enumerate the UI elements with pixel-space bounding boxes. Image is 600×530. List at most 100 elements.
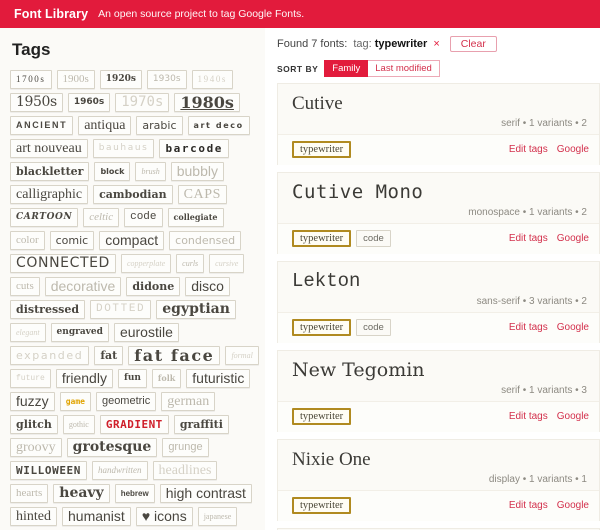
tag-chip[interactable]: DOTTED (90, 300, 152, 319)
font-tag[interactable]: code (356, 318, 391, 336)
tag-chip[interactable]: barcode (159, 139, 230, 158)
font-tag-active[interactable]: typewriter (292, 407, 352, 425)
tag-chip[interactable]: 1940s (191, 70, 234, 89)
font-tag-active[interactable]: typewriter (292, 140, 352, 158)
edit-tags-link[interactable]: Edit tags (509, 411, 548, 422)
tag-chip[interactable]: 1900s (56, 70, 95, 89)
tag-chip[interactable]: expanded (10, 346, 90, 365)
clear-button[interactable]: Clear (449, 36, 497, 52)
tag-chip[interactable]: 1700s (10, 70, 52, 89)
tag-chip[interactable]: fat face (128, 346, 221, 365)
tag-chip[interactable]: friendly (55, 369, 113, 388)
tag-chip[interactable]: brush (135, 162, 166, 181)
google-link[interactable]: Google (557, 144, 589, 155)
tag-chip[interactable]: CARTOON (10, 208, 79, 227)
tag-chip[interactable]: formal (225, 346, 259, 365)
tag-chip[interactable]: 1970s (115, 93, 170, 112)
tag-chip[interactable]: fun (117, 369, 147, 388)
tag-chip[interactable]: elegant (10, 323, 46, 342)
edit-tags-link[interactable]: Edit tags (509, 500, 548, 511)
tag-chip[interactable]: gothic (62, 415, 95, 434)
tag-chip[interactable]: groovy (10, 438, 62, 457)
font-card[interactable]: New Tegomin serif • 1 variants • 3 typewri… (277, 349, 600, 432)
tag-chip[interactable]: cambodian (93, 185, 173, 204)
tag-chip[interactable]: comic (49, 231, 95, 250)
tag-chip[interactable]: bubbly (170, 162, 224, 181)
tag-chip[interactable]: high contrast (159, 484, 252, 503)
google-link[interactable]: Google (557, 322, 589, 333)
tag-chip[interactable]: hearts (10, 484, 49, 503)
google-link[interactable]: Google (557, 500, 589, 511)
tag-chip[interactable]: celtic (83, 208, 120, 227)
tag-chip[interactable]: disco (185, 277, 230, 296)
tag-chip[interactable]: ANCIENT (10, 116, 74, 135)
tag-chip[interactable]: futuristic (186, 369, 251, 388)
tag-chip[interactable]: GRADIENT (99, 415, 169, 434)
font-card[interactable]: Cutive serif • 1 variants • 2 typewriter Ed… (277, 83, 600, 165)
sort-option-last-modified[interactable]: Last modified (368, 60, 440, 77)
tag-chip[interactable]: condensed (169, 231, 242, 250)
tag-chip[interactable]: hinted (10, 507, 57, 526)
tag-chip[interactable]: geometric (95, 392, 157, 411)
tag-chip[interactable]: game (59, 392, 91, 411)
tag-chip[interactable]: blackletter (10, 162, 90, 181)
tag-chip[interactable]: cursive (209, 254, 245, 273)
font-tag-active[interactable]: typewriter (292, 318, 352, 336)
font-tag-active[interactable]: typewriter (292, 229, 352, 247)
font-card[interactable]: Nixie One display • 1 variants • 1 typewri… (277, 438, 600, 521)
tag-chip[interactable]: german (161, 392, 216, 411)
google-link[interactable]: Google (557, 411, 589, 422)
tag-chip[interactable]: japanese (197, 507, 238, 526)
edit-tags-link[interactable]: Edit tags (509, 322, 548, 333)
tag-chip[interactable]: CAPS (177, 185, 227, 204)
tag-chip[interactable]: arabic (136, 116, 183, 135)
tag-chip[interactable]: CONNECTED (10, 254, 116, 273)
tag-chip[interactable]: hebrew (114, 484, 155, 503)
tag-chip[interactable]: code (124, 208, 163, 227)
tag-chip[interactable]: collegiate (167, 208, 224, 227)
tag-chip[interactable]: block (94, 162, 131, 181)
tag-chip[interactable]: antiqua (78, 116, 132, 135)
tag-chip[interactable]: grunge (162, 438, 209, 457)
tag-chip[interactable]: distressed (10, 300, 86, 319)
edit-tags-link[interactable]: Edit tags (509, 233, 548, 244)
tag-chip[interactable]: 1960s (67, 93, 111, 112)
tag-chip[interactable]: 1950s (10, 93, 63, 112)
tag-chip[interactable]: copperplate (120, 254, 172, 273)
tag-chip[interactable]: bauhaus (92, 139, 155, 158)
tag-chip[interactable]: graffiti (173, 415, 229, 434)
tag-chip[interactable]: glitch (10, 415, 58, 434)
tag-chip[interactable]: egyptian (156, 300, 236, 319)
tag-chip[interactable]: grotesque (66, 438, 158, 457)
font-card[interactable]: Lekton sans-serif • 3 variants • 2 typewri… (277, 260, 600, 343)
tag-chip[interactable]: folk (151, 369, 182, 388)
tag-chip[interactable]: handwritten (92, 461, 148, 480)
tag-chip[interactable]: color (10, 231, 45, 250)
tag-chip[interactable]: engraved (50, 323, 109, 342)
google-link[interactable]: Google (557, 233, 589, 244)
tag-chip[interactable]: decorative (44, 277, 122, 296)
tag-chip[interactable]: fat (94, 346, 124, 365)
tag-chip[interactable]: art nouveau (10, 139, 88, 158)
tag-chip[interactable]: fuzzy (10, 392, 55, 411)
tag-chip[interactable]: WILLOWEEN (10, 461, 88, 480)
tag-chip[interactable]: eurostile (113, 323, 179, 342)
font-tag[interactable]: code (356, 229, 391, 247)
tag-chip[interactable]: didone (126, 277, 181, 296)
tag-chip[interactable]: art deco (187, 116, 250, 135)
sort-option-family[interactable]: Family (324, 60, 369, 77)
tag-chip[interactable]: 1930s (146, 70, 187, 89)
tag-chip[interactable]: 1980s (174, 93, 240, 112)
tag-chip[interactable]: calligraphic (10, 185, 89, 204)
font-tag-active[interactable]: typewriter (292, 496, 352, 514)
tag-chip[interactable]: cuts (10, 277, 40, 296)
tag-chip[interactable]: ♥ icons (135, 507, 193, 526)
tag-chip[interactable]: compact (99, 231, 165, 250)
font-card[interactable]: Cutive Mono monospace • 1 variants • 2 typ… (277, 171, 600, 254)
tag-chip[interactable]: humanist (62, 507, 131, 526)
tag-chip[interactable]: future (10, 369, 51, 388)
tag-chip[interactable]: 1920s (99, 70, 142, 89)
tag-chip[interactable]: curls (176, 254, 205, 273)
remove-facet-icon[interactable]: × (433, 38, 439, 50)
tag-chip[interactable]: headlines (152, 461, 218, 480)
